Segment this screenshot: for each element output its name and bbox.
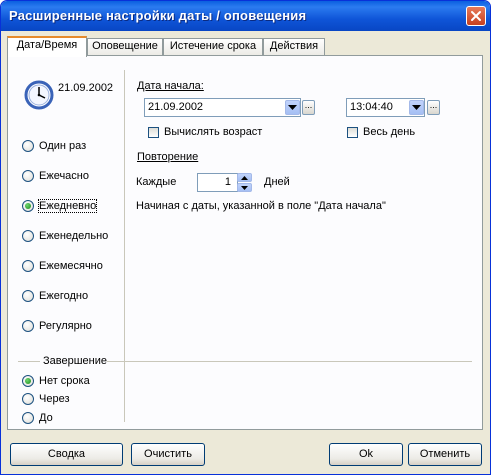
date-time-panel: 21.09.2002 Один раз Ежечасно Ежедневно Е… <box>7 55 483 430</box>
tab-date-time[interactable]: Дата/Время <box>7 36 87 57</box>
radio-hourly[interactable] <box>22 170 34 182</box>
radio-hourly-label[interactable]: Ежечасно <box>39 170 89 182</box>
ok-button[interactable]: Ok <box>329 443 403 466</box>
radio-no-end-label[interactable]: Нет срока <box>39 375 90 387</box>
clock-icon <box>24 80 54 110</box>
radio-once-label[interactable]: Один раз <box>39 140 86 152</box>
repeat-label: Повторение <box>137 151 199 163</box>
all-day-label[interactable]: Весь день <box>363 126 415 138</box>
start-time-picker-button[interactable]: ... <box>427 100 440 115</box>
radio-daily[interactable] <box>22 200 34 212</box>
repeat-note: Начиная с даты, указанной в поле "Дата н… <box>136 200 386 212</box>
radio-after-label[interactable]: Через <box>39 393 70 405</box>
radio-monthly[interactable] <box>22 260 34 272</box>
radio-no-end[interactable] <box>22 375 34 387</box>
radio-after[interactable] <box>22 393 34 405</box>
chevron-up-icon <box>241 176 248 180</box>
chevron-down-icon <box>288 105 297 110</box>
start-time-field[interactable]: 13:04:40 <box>346 98 425 117</box>
days-label: Дней <box>264 176 290 188</box>
spinner-down-button[interactable] <box>237 183 252 192</box>
every-value-field[interactable]: 1 <box>197 173 238 192</box>
start-date-picker-button[interactable]: ... <box>302 100 315 115</box>
clear-button[interactable]: Очистить <box>131 443 205 466</box>
radio-yearly-label[interactable]: Ежегодно <box>39 290 88 302</box>
chevron-down-icon <box>241 186 248 190</box>
all-day-checkbox[interactable] <box>347 127 358 138</box>
title-bar[interactable]: Расширенные настройки даты / оповещения <box>1 1 490 31</box>
radio-yearly[interactable] <box>22 290 34 302</box>
every-label: Каждые <box>136 176 177 188</box>
cancel-button[interactable]: Отменить <box>408 443 482 466</box>
ending-group-line-left <box>18 361 40 362</box>
summary-button[interactable]: Сводка <box>10 443 123 466</box>
calc-age-checkbox[interactable] <box>148 127 159 138</box>
calc-age-label[interactable]: Вычислять возраст <box>164 126 262 138</box>
close-button[interactable] <box>466 6 486 26</box>
radio-once[interactable] <box>22 140 34 152</box>
radio-daily-label[interactable]: Ежедневно <box>37 199 98 213</box>
window-title: Расширенные настройки даты / оповещения <box>9 8 307 23</box>
radio-weekly[interactable] <box>22 230 34 242</box>
tab-notification[interactable]: Оповещение <box>87 38 163 55</box>
radio-weekly-label[interactable]: Еженедельно <box>39 230 108 242</box>
tab-actions[interactable]: Действия <box>263 38 325 55</box>
radio-until-label[interactable]: До <box>39 412 53 424</box>
column-divider <box>124 70 125 422</box>
radio-until[interactable] <box>22 412 34 424</box>
start-time-dropdown-button[interactable] <box>409 100 424 115</box>
ending-group-title: Завершение <box>43 355 107 367</box>
sidebar-date: 21.09.2002 <box>58 82 114 94</box>
start-date-label: Дата начала: <box>137 80 204 92</box>
dialog-window: Расширенные настройки даты / оповещения … <box>0 0 491 475</box>
ending-group-line-right <box>107 361 472 362</box>
chevron-down-icon <box>412 105 421 110</box>
every-value-spinner[interactable] <box>237 173 252 192</box>
radio-regular[interactable] <box>22 320 34 332</box>
spinner-up-button[interactable] <box>237 173 252 182</box>
tab-expiration[interactable]: Истечение срока <box>163 38 263 55</box>
radio-regular-label[interactable]: Регулярно <box>39 320 92 332</box>
close-icon <box>471 11 481 21</box>
radio-monthly-label[interactable]: Ежемесячно <box>39 260 103 272</box>
start-date-field[interactable]: 21.09.2002 <box>144 98 301 117</box>
start-date-dropdown-button[interactable] <box>285 100 300 115</box>
